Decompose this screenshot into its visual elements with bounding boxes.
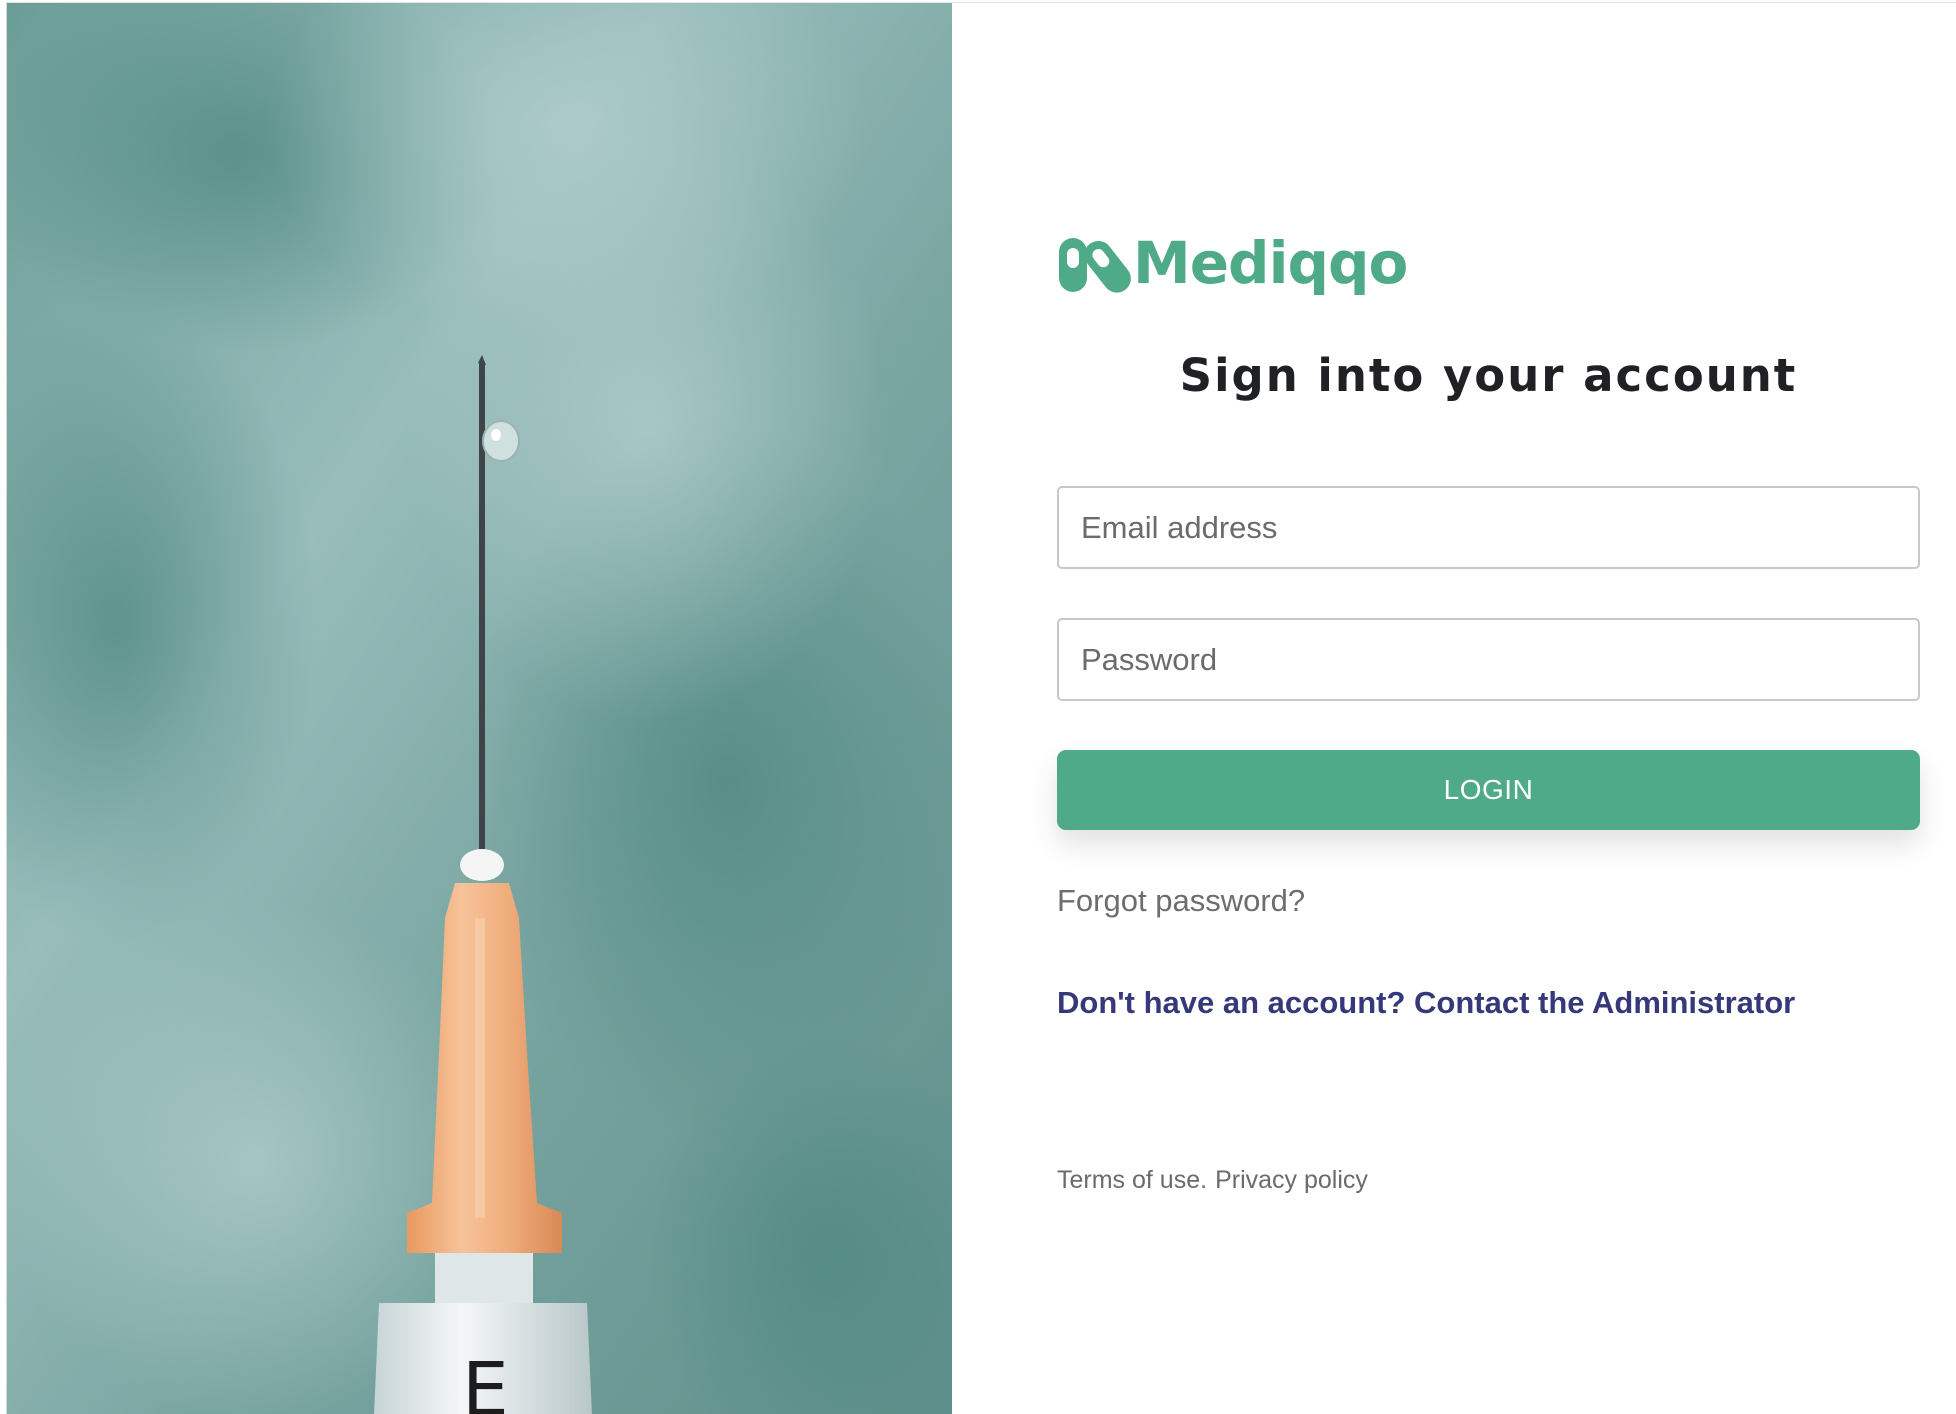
login-window: E Mediqqo Sign into your account LOGIN [6, 2, 1956, 1414]
privacy-link[interactable]: Privacy policy [1215, 1166, 1368, 1195]
terms-link[interactable]: Terms of use. [1057, 1166, 1207, 1195]
hero-image: E [7, 3, 952, 1414]
forgot-password-link[interactable]: Forgot password? [1057, 883, 1305, 919]
login-button[interactable]: LOGIN [1057, 750, 1920, 830]
page-title: Sign into your account [1179, 349, 1798, 402]
footer-links: Terms of use. Privacy policy [1057, 1166, 1368, 1195]
email-field[interactable] [1057, 486, 1920, 569]
contact-admin-link[interactable]: Don't have an account? Contact the Admin… [1057, 985, 1795, 1021]
brand-name: Mediqqo [1133, 229, 1408, 297]
syringe-photo: E [7, 3, 952, 1414]
login-panel: Mediqqo Sign into your account LOGIN For… [952, 3, 1956, 1414]
password-field[interactable] [1057, 618, 1920, 701]
syringe-marking: E [462, 1347, 509, 1414]
pill-logo-icon [1059, 238, 1131, 293]
page: E Mediqqo Sign into your account LOGIN [0, 0, 1956, 1414]
brand-logo: Mediqqo [1057, 229, 1408, 299]
